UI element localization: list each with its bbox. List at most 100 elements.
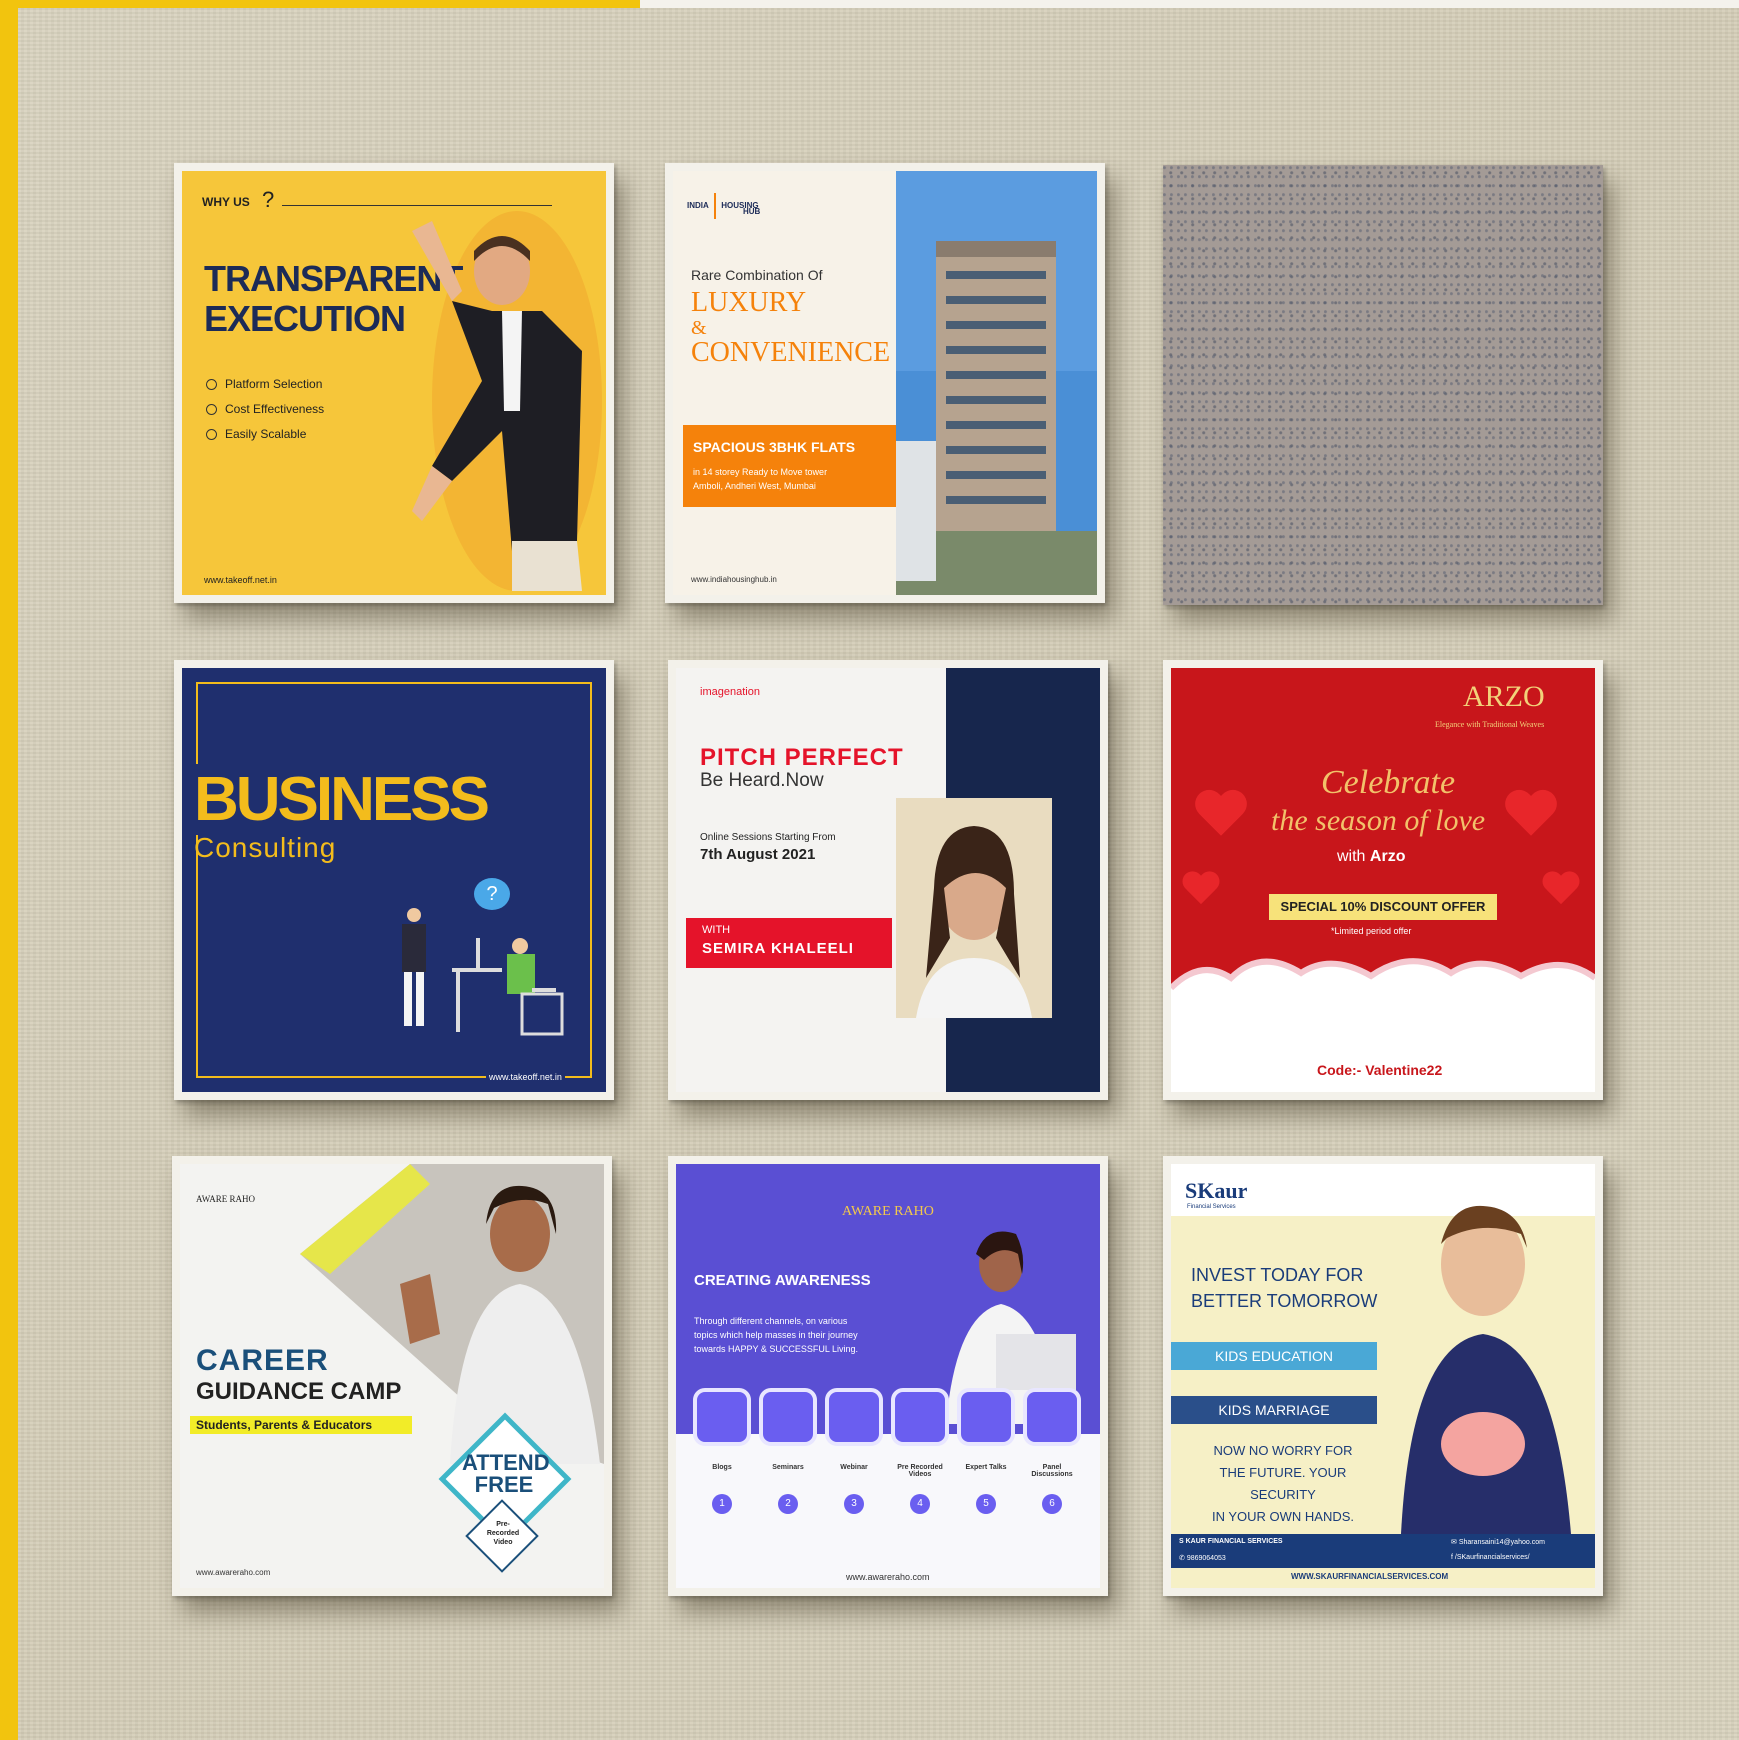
limited-offer-note: *Limited period offer [1331, 926, 1412, 936]
email-line: ✉ Sharansaini14@yahoo.com [1451, 1539, 1545, 1546]
channel-item: Seminars 2 [758, 1388, 818, 1514]
title-line1: CAREER [196, 1344, 329, 1377]
audience-banner: Students, Parents & Educators [190, 1416, 412, 1434]
check-icon [206, 429, 217, 441]
discount-offer-banner: SPECIAL 10% DISCOUNT OFFER [1269, 894, 1497, 920]
banner-line2: Amboli, Andheri West, Mumbai [693, 481, 816, 491]
card-textured-blank [1163, 165, 1603, 605]
season-text: the season of love [1271, 804, 1486, 837]
why-us-label: WHY US [202, 195, 250, 209]
brand-logo: SKaur [1185, 1178, 1248, 1203]
body-text: NOW NO WORRY FOR THE FUTURE. YOUR SECURIT… [1211, 1443, 1355, 1524]
title-line2: GUIDANCE CAMP [196, 1378, 402, 1405]
yellow-top-stripe [0, 0, 640, 8]
card-creating-awareness: AWARE RAHO CREATING AWARENESS Through di… [668, 1156, 1108, 1596]
website-url: WWW.SKAURFINANCIALSERVICES.COM [1291, 1572, 1449, 1581]
bullet-list: Platform Selection Cost Effectiveness Ea… [206, 377, 324, 452]
bullet-item: Platform Selection [206, 377, 324, 402]
contact-footer: S KAUR FINANCIAL SERVICES ✆ 9869064053 ✉… [1171, 1534, 1595, 1568]
divider [282, 205, 552, 206]
with-brand-line: with Arzo [1337, 848, 1406, 865]
kids-education-bar: KIDS EDUCATION [1171, 1342, 1377, 1370]
brand-logo: AWARE RAHO [842, 1204, 934, 1219]
speaker-banner: WITH SEMIRA KHALEELI [686, 918, 892, 968]
brand-sub: Financial Services [1187, 1204, 1236, 1210]
seminar-icon [759, 1388, 817, 1446]
heart-icon [1541, 872, 1581, 908]
question-icon: ? [262, 187, 275, 212]
title: PITCH PERFECT [700, 744, 904, 771]
boy-with-piggybank-photo [1401, 1205, 1571, 1534]
email-icon: ✉ [1451, 1539, 1459, 1546]
date-text: 7th August 2021 [700, 846, 816, 863]
businessman-photo [412, 221, 582, 591]
webinar-icon [825, 1388, 883, 1446]
check-icon [206, 379, 217, 391]
brand-logo: INDIA HOUSING HUB [687, 193, 760, 219]
company-name: S KAUR FINANCIAL SERVICES [1179, 1538, 1283, 1545]
kids-marriage-bar: KIDS MARRIAGE [1171, 1396, 1377, 1424]
website-url: www.indiahousinghub.in [691, 575, 777, 584]
phone-icon: ✆ [1179, 1555, 1187, 1562]
orange-banner: SPACIOUS 3BHK FLATS in 14 storey Ready t… [683, 425, 896, 507]
channel-item: Webinar 3 [824, 1388, 884, 1514]
headline-word2: CONVENIENCE [691, 337, 891, 368]
with-label: WITH [702, 924, 731, 936]
panel-icon [1023, 1388, 1081, 1446]
card-pitch-perfect: imagenation PITCH PERFECT Be Heard.Now O… [668, 660, 1108, 1100]
channel-item: Panel Discussions 6 [1022, 1388, 1082, 1514]
card-arzo-valentine: ARZO Elegance with Traditional Weaves Ce… [1163, 660, 1603, 1100]
headline-word1: LUXURY [691, 287, 807, 318]
yellow-edge-stripe [0, 0, 18, 1740]
website-url: www.takeoff.net.in [486, 1072, 565, 1082]
chat-icon [957, 1388, 1015, 1446]
phone-line: ✆ 9869064053 [1179, 1555, 1226, 1562]
brand-logo: AWARE RAHO [196, 1194, 256, 1204]
heart-icon [1503, 791, 1559, 841]
website-url: www.awareraho.com [846, 1572, 930, 1582]
coupon-code: Code:- Valentine22 [1317, 1062, 1443, 1078]
celebrate-text: Celebrate [1321, 764, 1456, 801]
speaker-name: SEMIRA KHALEELI [702, 940, 854, 957]
title: CREATING AWARENESS [694, 1272, 871, 1289]
channel-item: Blogs 1 [692, 1388, 752, 1514]
brand-logo: imagenation [700, 686, 760, 698]
channel-item: Expert Talks 5 [956, 1388, 1016, 1514]
facebook-line: f /SKaurfinancialservices/ [1451, 1554, 1530, 1561]
thought-bubble-icon: ? [474, 878, 510, 910]
headline: INVEST TODAY FOR BETTER TOMORROW [1191, 1265, 1378, 1311]
card-transparent-execution: WHY US ? TRANSPARENT EXECUTION Platform … [174, 163, 614, 603]
check-icon [206, 404, 217, 416]
building-logo-icon [714, 193, 717, 219]
apartment-tower-photo [896, 171, 1097, 595]
website-url: www.takeoff.net.in [204, 575, 277, 585]
card-skaur-financial: SKaur Financial Services INVEST TODAY FO… [1163, 1156, 1603, 1596]
card-india-housing-hub: INDIA HOUSING HUB Rare Combination Of LU… [665, 163, 1105, 603]
title-line2: EXECUTION [204, 298, 406, 339]
bullet-item: Cost Effectiveness [206, 402, 324, 427]
website-url: www.awareraho.com [196, 1568, 271, 1577]
speckled-texture [1163, 165, 1603, 605]
banner-title: SPACIOUS 3BHK FLATS [693, 439, 856, 455]
description: Through different channels, on various to… [694, 1316, 859, 1354]
speaker-photo [896, 798, 1052, 1018]
subtitle: Consulting [194, 832, 337, 863]
banner-line1: in 14 storey Ready to Move tower [693, 467, 828, 477]
card-business-consulting: BUSINESS Consulting ? www.takeoff.net.in [174, 660, 614, 1100]
blog-icon [693, 1388, 751, 1446]
video-icon [891, 1388, 949, 1446]
brand-logo: ARZO [1463, 680, 1545, 713]
channel-item: Pre Recorded Videos 4 [890, 1388, 950, 1514]
channel-list: Blogs 1 Seminars 2 Webinar 3 Pre Recorde… [692, 1388, 1084, 1558]
brand-tagline: Elegance with Traditional Weaves [1435, 720, 1545, 729]
title: BUSINESS [194, 764, 491, 835]
consulting-illustration [402, 908, 564, 1036]
pre-recorded-text: Pre- Recorded Video [486, 1521, 520, 1546]
white-top-stripe [640, 0, 1739, 8]
bullet-item: Easily Scalable [206, 427, 324, 452]
attend-free-text: ATTEND FREE [462, 1450, 550, 1497]
subtitle: Be Heard.Now [700, 770, 824, 791]
card-career-guidance: AWARE RAHO CAREER GUIDANCE CAMP Students… [172, 1156, 612, 1596]
heart-icon [1193, 791, 1249, 841]
sessions-text: Online Sessions Starting From [700, 832, 836, 843]
